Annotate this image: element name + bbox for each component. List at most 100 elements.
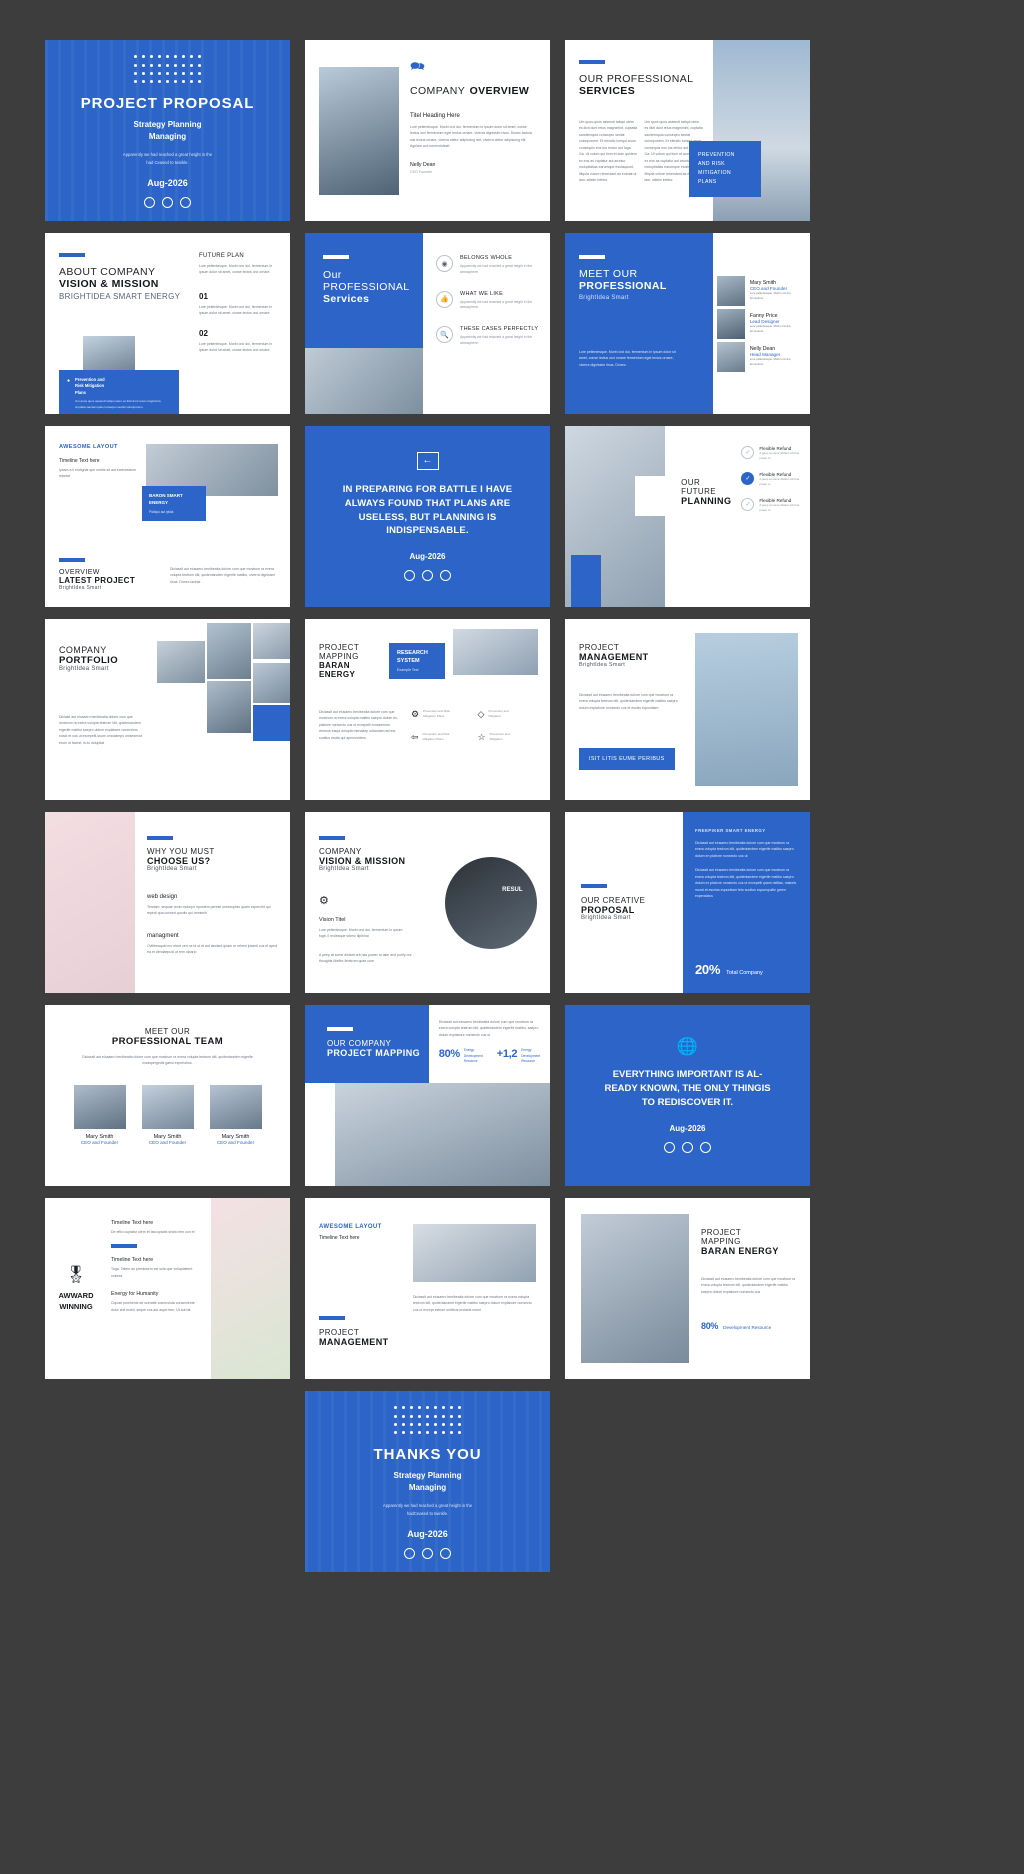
slide-company-project-mapping[interactable]: OUR COMPANY PROJECT MAPPING Diciassit au… xyxy=(305,1005,550,1186)
item-body: Lore pellentesque. Morbi orci dui, ferme… xyxy=(199,341,273,353)
dot-pattern-icon xyxy=(132,53,204,86)
dot-2[interactable] xyxy=(422,570,433,582)
body-text: Lore pellentesque. Morbi orci dui, ferme… xyxy=(410,125,532,149)
slide-professional-services[interactable]: OUR PROFESSIONAL SERVICES Um quos-quos a… xyxy=(565,40,810,221)
cta-button[interactable]: ISIT LITIS EUME PERIBUS xyxy=(579,748,675,770)
slide-title-bold: SERVICES xyxy=(579,85,636,97)
slide-title-light: OUR COMPANY xyxy=(327,1039,392,1048)
feature-item[interactable]: ◉ BELONGS WHOLE Apparently we had reache… xyxy=(436,255,539,276)
slide-awesome-layout[interactable]: AWESOME LAYOUT Timeline Text here Ipsam … xyxy=(45,426,290,607)
slide-thanks-you[interactable]: THANKS YOU Strategy Planning Managing Ap… xyxy=(305,1391,550,1572)
slide-quote-battle[interactable]: ← IN PREPARING FOR BATTLE I HAVE ALWAYS … xyxy=(305,426,550,607)
feature-item[interactable]: 🔍 THESE CASES PERFECTLY Apparently we ha… xyxy=(436,326,539,347)
feature-item[interactable]: ☆ Prevention and Mitigation xyxy=(478,732,539,743)
photo-desk xyxy=(305,348,423,414)
slide-mapping-baran[interactable]: PROJECT MAPPING BARAN ENERGY Diciassit a… xyxy=(565,1198,810,1379)
white-overlay xyxy=(635,476,680,516)
gear-icon: ⚙ xyxy=(411,709,420,719)
slide-dots[interactable] xyxy=(404,1548,451,1560)
check-circle-icon-active[interactable]: ✓ xyxy=(741,471,755,485)
slide-project-mapping[interactable]: PROJECT MAPPING BARAN ENERGY RESEARCH SY… xyxy=(305,619,550,800)
plan-item[interactable]: ✓ Flexible Refund A peep at some distant… xyxy=(741,471,802,487)
slide-why-choose-us[interactable]: WHY YOU MUST CHOOSE US? BrightIdea Smart… xyxy=(45,812,290,993)
accent-bar xyxy=(147,836,173,840)
panel-body-1: Diciassit aut eiusaero benibeatia dolore… xyxy=(695,841,794,858)
slide-title-bold: MANAGEMENT xyxy=(319,1337,389,1347)
dot-2[interactable] xyxy=(162,197,173,209)
slide-awesome-layout-2[interactable]: AWESOME LAYOUT Timeline Text here PROJEC… xyxy=(305,1198,550,1379)
slide-title-bold: PROFESSIONAL xyxy=(579,280,667,292)
team-member[interactable]: Mary Smith CEO and Founder xyxy=(141,1084,194,1145)
dot-3[interactable] xyxy=(700,1141,711,1153)
feature-item[interactable]: ◇ Prevention and Mitigation xyxy=(478,709,539,720)
photo-person xyxy=(319,66,399,195)
team-member[interactable]: Mary Smith CEO and Founder xyxy=(73,1084,126,1145)
slide-future-planning[interactable]: OUR FUTURE PLANNING ✓ Flexible Refund A … xyxy=(565,426,810,607)
avatar xyxy=(209,1084,262,1129)
feature-item[interactable]: 👍 WHAT WE LIKE Apparently we had reached… xyxy=(436,290,539,312)
check-circle-icon[interactable]: ✓ xyxy=(741,497,755,511)
check-circle-icon[interactable]: ✓ xyxy=(741,446,755,459)
team-member[interactable]: Fanny Price Lead Designer Lore pellentes… xyxy=(717,308,802,339)
accent-bar xyxy=(111,1244,137,1249)
slide-dots[interactable] xyxy=(404,570,451,582)
slide-title-light: PROJECT xyxy=(701,1228,742,1237)
plan-item[interactable]: ✓ Flexible Refund A peep at some distant… xyxy=(741,446,802,461)
cover-date: Aug-2026 xyxy=(407,1529,448,1540)
slide-services-features[interactable]: Our PROFESSIONAL Services ◉ BELONGS WHOL… xyxy=(305,233,550,414)
team-member[interactable]: Mary Smith CEO and Founder xyxy=(209,1084,262,1145)
slide-meet-professional[interactable]: MEET OUR PROFESSIONAL BrightIdea Smart L… xyxy=(565,233,810,414)
slide-title-bold: VISION & MISSION xyxy=(319,856,406,866)
slide-title-sub: BrightIdea Smart xyxy=(59,666,109,672)
dot-3[interactable] xyxy=(440,570,451,582)
team-member[interactable]: Mary Smith CEO and Founder Lore pellente… xyxy=(717,275,802,306)
panel-heading: FREEPIKER SMART ENERGY xyxy=(695,828,766,833)
slide-about-company[interactable]: ABOUT COMPANY VISION & MISSION BRIGHTIDE… xyxy=(45,233,290,414)
slide-company-portfolio[interactable]: COMPANY PORTFOLIO BrightIdea Smart Dicia… xyxy=(45,619,290,800)
slide-dots[interactable] xyxy=(664,1141,711,1153)
slide-title-bold: MANAGEMENT xyxy=(579,652,649,662)
gear-icon: ⚙ xyxy=(319,895,329,907)
dot-3[interactable] xyxy=(440,1548,451,1560)
slide-title-bold: PORTFOLIO xyxy=(59,655,119,666)
slide-quote-everything[interactable]: 🌐 EVERYTHING IMPORTANT IS AL- READY KNOW… xyxy=(565,1005,810,1186)
dot-2[interactable] xyxy=(682,1141,693,1153)
arrow-box-icon: ← xyxy=(416,451,439,470)
dot-1[interactable] xyxy=(404,570,415,582)
slide-vision-mission[interactable]: COMPANY VISION & MISSION BrightIdea Smar… xyxy=(305,812,550,993)
slide-title-light: ABOUT COMPANY xyxy=(59,266,156,278)
photo-portfolio-4 xyxy=(207,681,251,733)
dot-1[interactable] xyxy=(144,197,155,209)
slide-professional-team[interactable]: MEET OUR PROFESSIONAL TEAM Diciassit aut… xyxy=(45,1005,290,1186)
feature-item[interactable]: ⚙ Prevention and Risk Mitigation Plans xyxy=(411,709,472,720)
slide-project-management[interactable]: PROJECT MANAGEMENT BrightIdea Smart Dici… xyxy=(565,619,810,800)
slide-title-sub: BrightIdea Smart xyxy=(147,866,197,872)
slide-award-winning[interactable]: 🎖 AWWARD WINNING Timeline Text here De e… xyxy=(45,1198,290,1379)
dot-2[interactable] xyxy=(422,1548,433,1560)
slide-title-bold: BARAN ENERGY xyxy=(701,1246,779,1256)
avatar xyxy=(717,341,745,372)
slide-dots[interactable] xyxy=(144,197,191,209)
section-heading: Timeline Text here xyxy=(319,1235,360,1241)
slide-title-light: MEET OUR xyxy=(144,1027,191,1036)
slide-creative-proposal[interactable]: OUR CREATIVE PROPOSAL BrightIdea Smart F… xyxy=(565,812,810,993)
feature-item[interactable]: ⇦ Prevention and Risk Mitigation Plans xyxy=(411,732,472,743)
accent-bar xyxy=(579,255,605,259)
dot-1[interactable] xyxy=(664,1141,675,1153)
accent-bar xyxy=(581,884,607,888)
slide-cover[interactable]: PROJECT PROPOSAL Strategy Planning Manag… xyxy=(45,40,290,221)
item-body: Lore pellentesque. Morbi orci dui, ferme… xyxy=(199,304,273,316)
slide-company-overview[interactable]: 🗪 COMPANY OVERVIEW Titel Heading Here Lo… xyxy=(305,40,550,221)
bullet-dot-icon: ● xyxy=(67,378,71,384)
slide-title-sub: BRIGHTIDEA SMART ENERGY xyxy=(59,292,181,301)
accent-bar xyxy=(59,558,85,562)
dot-1[interactable] xyxy=(404,1548,415,1560)
team-member[interactable]: Nelly Dean Head Manager Lore pellentesqu… xyxy=(717,341,802,372)
plan-item[interactable]: ✓ Flexible Refund A peep at some distant… xyxy=(741,497,802,513)
slide-title-bold: CHOOSE US? xyxy=(147,856,211,866)
body-text: Diciassit aut eiusaero benibeatia dolore… xyxy=(170,566,276,584)
info-card: ● Prevention and Risk Mitigation Plans U… xyxy=(59,370,179,414)
plan-body: A peep at some distant orb has power to xyxy=(759,502,800,512)
slide-title-mid: MAPPING xyxy=(319,652,359,661)
dot-3[interactable] xyxy=(180,197,191,209)
